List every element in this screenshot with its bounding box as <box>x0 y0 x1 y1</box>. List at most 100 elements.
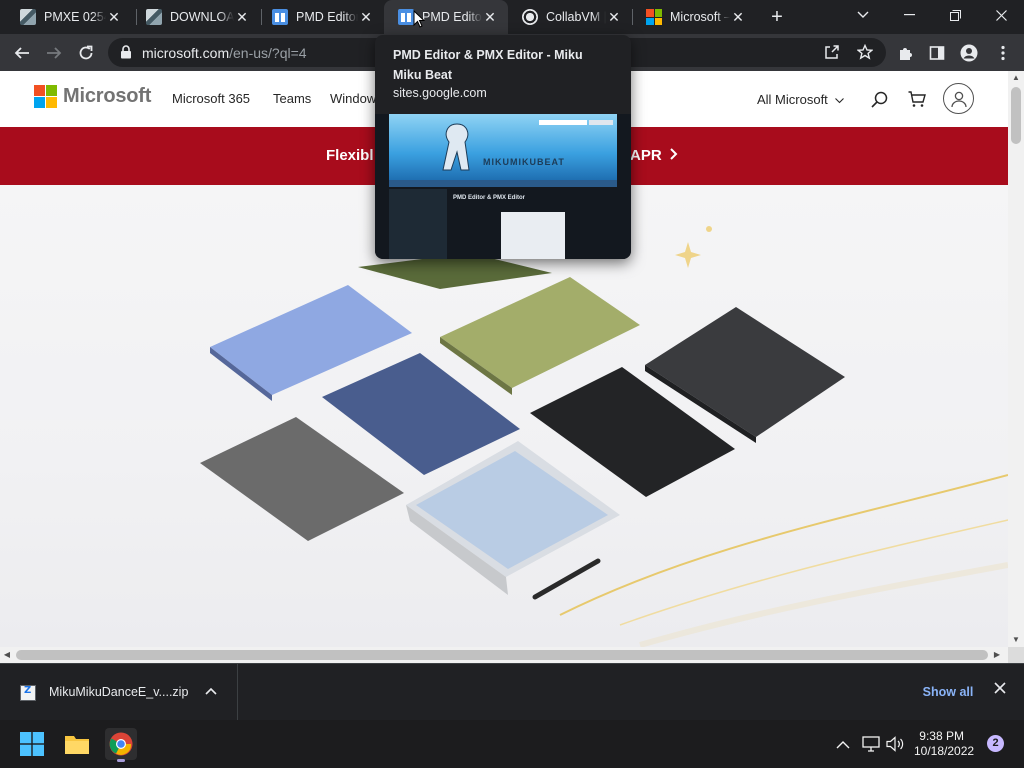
tab-microsoft[interactable]: Microsoft – ✕ <box>632 0 756 34</box>
network-button[interactable] <box>861 734 881 754</box>
chevron-right-icon <box>670 148 678 160</box>
all-microsoft-menu[interactable]: All Microsoft <box>757 92 845 107</box>
tab-download[interactable]: DOWNLOA ✕ <box>132 0 260 34</box>
new-tab-button[interactable]: + <box>766 6 788 28</box>
nav-windows[interactable]: Window <box>330 91 376 106</box>
scroll-up-arrow-icon[interactable]: ▲ <box>1008 71 1024 85</box>
banner-text-right: APR <box>630 147 678 164</box>
side-panel-icon <box>929 46 945 60</box>
restore-button[interactable] <box>932 0 978 30</box>
close-window-button[interactable] <box>978 0 1024 30</box>
back-button[interactable] <box>9 40 35 66</box>
download-item[interactable]: MikuMikuDanceE_v....zip <box>0 664 238 721</box>
clock-time: 9:38 PM <box>919 729 964 743</box>
scroll-left-arrow-icon[interactable]: ◀ <box>0 647 14 663</box>
minimize-button[interactable] <box>886 0 932 30</box>
banner-text-left: Flexibl <box>326 147 374 164</box>
tab-close-icon[interactable]: ✕ <box>606 9 622 25</box>
all-microsoft-label: All Microsoft <box>757 92 828 107</box>
scrollbar-thumb[interactable] <box>16 650 988 660</box>
chevron-up-icon[interactable] <box>205 683 217 699</box>
file-explorer-button[interactable] <box>61 728 93 760</box>
scroll-down-arrow-icon[interactable]: ▼ <box>1008 633 1024 647</box>
tab-title: DOWNLOA <box>170 10 234 24</box>
kebab-menu-icon <box>1001 45 1005 61</box>
chevron-down-icon <box>857 11 869 18</box>
microsoft-logo-icon <box>34 85 57 108</box>
tab-close-icon[interactable]: ✕ <box>482 9 498 25</box>
tab-close-icon[interactable]: ✕ <box>106 9 122 25</box>
side-panel-button[interactable] <box>924 40 950 66</box>
show-hidden-icons-button[interactable] <box>833 734 853 754</box>
reload-icon <box>79 45 93 60</box>
tab-pmxe[interactable]: PMXE 0254 ✕ <box>6 0 132 34</box>
extensions-button[interactable] <box>893 40 919 66</box>
show-all-button[interactable]: Show all <box>915 678 981 706</box>
nav-teams[interactable]: Teams <box>273 91 311 106</box>
scroll-right-arrow-icon[interactable]: ▶ <box>990 647 1004 663</box>
logo-text: Microsoft <box>63 85 152 107</box>
arrow-left-icon <box>14 47 29 59</box>
editor-favicon-icon <box>272 9 288 25</box>
hover-card-title: PMD Editor & PMX Editor - Miku Miku Beat <box>393 48 583 82</box>
download-bar: MikuMikuDanceE_v....zip Show all <box>0 663 1024 721</box>
search-button[interactable] <box>867 87 891 111</box>
hover-card-preview: MIKUMIKUBEAT PMD Editor & PMX Editor <box>375 114 631 259</box>
hover-card-domain: sites.google.com <box>393 86 487 100</box>
clock-date: 10/18/2022 <box>914 744 975 758</box>
tab-strip: PMXE 0254 ✕ DOWNLOA ✕ PMD Editor ✕ PMD E… <box>0 0 1024 34</box>
arrow-right-icon <box>47 47 62 59</box>
lock-icon[interactable] <box>120 45 132 59</box>
profile-icon <box>960 44 978 62</box>
network-icon <box>862 736 880 752</box>
user-icon <box>950 91 967 107</box>
collabvm-favicon-icon <box>522 9 538 25</box>
windows-logo-icon <box>20 732 44 756</box>
download-file-name: MikuMikuDanceE_v....zip <box>49 685 189 699</box>
nav-microsoft-365[interactable]: Microsoft 365 <box>172 91 250 106</box>
forward-button[interactable] <box>41 40 67 66</box>
restore-icon <box>949 9 961 21</box>
preview-site-word: MIKUMIKUBEAT <box>483 157 565 167</box>
notification-badge[interactable]: 2 <box>987 735 1004 752</box>
banner-apr: APR <box>630 147 662 164</box>
profile-button[interactable] <box>956 40 982 66</box>
editor-favicon-icon <box>398 9 414 25</box>
windows-taskbar: 9:38 PM 10/18/2022 <box>0 720 1024 768</box>
star-icon[interactable] <box>857 44 873 60</box>
scrollbar-thumb[interactable] <box>1011 87 1021 144</box>
volume-button[interactable] <box>885 734 905 754</box>
mouse-cursor-icon <box>413 10 425 28</box>
tab-title: CollabVM | <box>546 10 606 24</box>
tab-title: PMD Editor <box>296 10 358 24</box>
tab-collabvm[interactable]: CollabVM | ✕ <box>508 0 632 34</box>
start-button[interactable] <box>16 728 48 760</box>
chrome-icon <box>109 732 133 756</box>
sign-in-avatar[interactable] <box>943 83 974 114</box>
scrollbar-corner <box>1008 647 1024 663</box>
search-icon <box>870 91 887 108</box>
horizontal-scrollbar[interactable]: ◀ ▶ <box>0 647 1008 663</box>
tab-search-button[interactable] <box>840 0 886 30</box>
taskbar-clock[interactable]: 9:38 PM 10/18/2022 <box>914 729 975 759</box>
close-icon[interactable] <box>994 682 1006 694</box>
image-favicon-icon <box>20 9 36 25</box>
reload-button[interactable] <box>73 40 99 66</box>
microsoft-logo[interactable]: Microsoft <box>34 85 151 108</box>
tab-close-icon[interactable]: ✕ <box>358 9 374 25</box>
tab-close-icon[interactable]: ✕ <box>234 9 250 25</box>
vertical-scrollbar[interactable]: ▲ ▼ <box>1008 71 1024 647</box>
chevron-up-icon <box>836 740 850 748</box>
url-path: /en-us/?ql=4 <box>229 45 307 61</box>
url-host: microsoft.com <box>142 45 230 61</box>
chrome-taskbar-button[interactable] <box>105 728 137 762</box>
menu-button[interactable] <box>990 40 1016 66</box>
preview-content-box <box>501 212 565 259</box>
cart-button[interactable] <box>905 87 929 111</box>
share-icon[interactable] <box>824 44 840 60</box>
speaker-icon <box>886 736 904 752</box>
tab-pmd-editor-active[interactable]: PMD Editor ✕ <box>384 0 508 34</box>
puzzle-icon <box>900 48 912 60</box>
tab-close-icon[interactable]: ✕ <box>730 9 746 25</box>
tab-pmd-editor-1[interactable]: PMD Editor ✕ <box>258 0 384 34</box>
